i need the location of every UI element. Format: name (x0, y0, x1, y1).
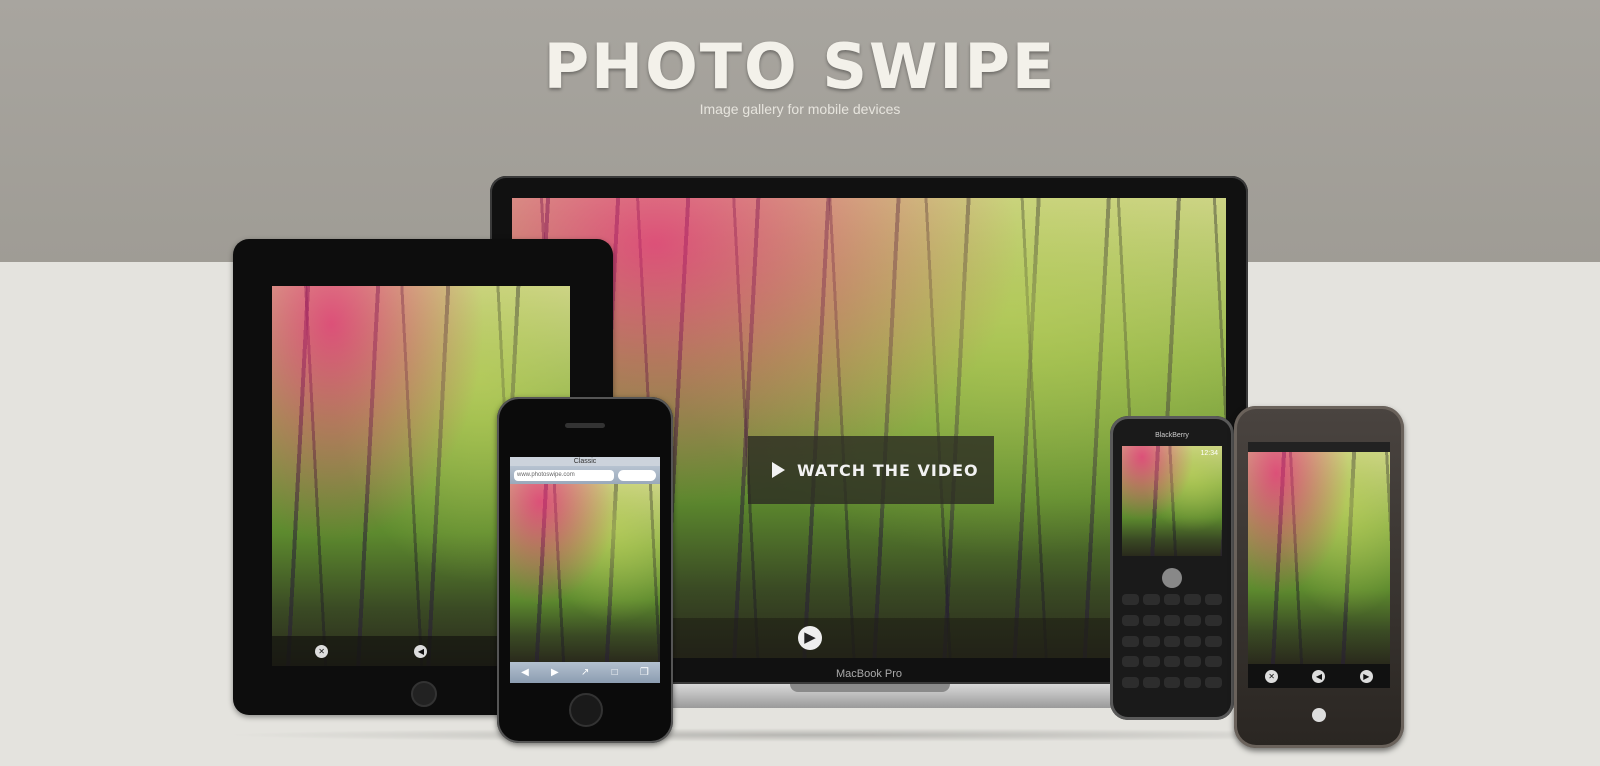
close-icon[interactable]: ✕ (315, 644, 329, 658)
key[interactable] (1122, 614, 1139, 626)
android-trackball[interactable] (1312, 708, 1326, 722)
play-icon[interactable]: ▶ (1359, 669, 1373, 683)
iphone-screen: Classic www.photoswipe.com ◀ ▶ ↗ □ ❐ (510, 457, 660, 683)
arrow-left-icon[interactable]: ◀ (414, 644, 428, 658)
trackball[interactable] (1162, 568, 1182, 588)
iphone-toolbar: ◀ ▶ ↗ □ ❐ (510, 662, 660, 683)
device-shadow (220, 728, 1410, 742)
blackberry-screen: 12:34 (1122, 446, 1222, 556)
iphone-speaker (565, 423, 605, 428)
blackberry-clock: 12:34 (1200, 450, 1218, 457)
watch-video-label: WATCH THE VIDEO (797, 460, 979, 480)
key[interactable] (1142, 656, 1160, 668)
android-photo (1248, 452, 1390, 664)
key[interactable] (1184, 635, 1202, 647)
share-icon[interactable]: ↗ (581, 667, 589, 678)
page-subtitle: Image gallery for mobile devices (699, 101, 901, 117)
key[interactable] (1184, 677, 1202, 689)
key[interactable] (1205, 656, 1222, 668)
qwerty-keyboard (1122, 594, 1222, 694)
laptop-notch (790, 684, 950, 692)
key[interactable] (1163, 656, 1181, 668)
android-device: ✕ ◀ ▶ (1234, 406, 1404, 748)
iphone-photo (510, 484, 660, 662)
play-slideshow-button[interactable]: ▶ (798, 626, 822, 650)
android-toolbar: ✕ ◀ ▶ (1248, 664, 1390, 688)
key[interactable] (1184, 614, 1202, 626)
arrow-left-icon[interactable]: ◀ (1312, 669, 1326, 683)
page-title: PHOTO SWIPE (543, 30, 1057, 103)
key[interactable] (1205, 614, 1222, 626)
key[interactable] (1163, 635, 1181, 647)
key[interactable] (1122, 677, 1139, 689)
key[interactable] (1122, 594, 1139, 605)
key[interactable] (1142, 594, 1160, 605)
key[interactable] (1205, 594, 1222, 605)
key[interactable] (1163, 594, 1181, 605)
iphone-status-bar: Classic (510, 457, 660, 466)
key[interactable] (1184, 594, 1202, 605)
forward-icon[interactable]: ▶ (551, 667, 559, 678)
blackberry-device: BlackBerry 12:34 (1110, 416, 1234, 720)
key[interactable] (1163, 677, 1181, 689)
iphone-url-bar: www.photoswipe.com (510, 466, 660, 484)
back-icon[interactable]: ◀ (521, 667, 529, 678)
play-icon: ▶ (804, 629, 816, 646)
key[interactable] (1122, 635, 1139, 647)
key[interactable] (1142, 677, 1160, 689)
key[interactable] (1184, 656, 1202, 668)
play-icon (772, 462, 785, 478)
search-field[interactable] (618, 469, 656, 481)
key[interactable] (1142, 635, 1160, 647)
tablet-home-button[interactable] (411, 681, 437, 707)
watch-video-button[interactable]: WATCH THE VIDEO (748, 436, 994, 504)
url-field[interactable]: www.photoswipe.com (514, 469, 614, 481)
iphone-device: Classic www.photoswipe.com ◀ ▶ ↗ □ ❐ (497, 397, 673, 743)
key[interactable] (1122, 656, 1139, 668)
key[interactable] (1205, 635, 1222, 647)
iphone-home-button[interactable] (569, 693, 603, 727)
close-icon[interactable]: ✕ (1265, 669, 1279, 683)
android-screen: ✕ ◀ ▶ (1248, 442, 1390, 688)
key[interactable] (1142, 614, 1160, 626)
blackberry-brand: BlackBerry (1155, 432, 1189, 439)
tabs-icon[interactable]: ❐ (640, 667, 649, 678)
bookmarks-icon[interactable]: □ (612, 667, 618, 678)
key[interactable] (1205, 677, 1222, 689)
android-status-bar (1248, 442, 1390, 452)
key[interactable] (1163, 614, 1181, 626)
